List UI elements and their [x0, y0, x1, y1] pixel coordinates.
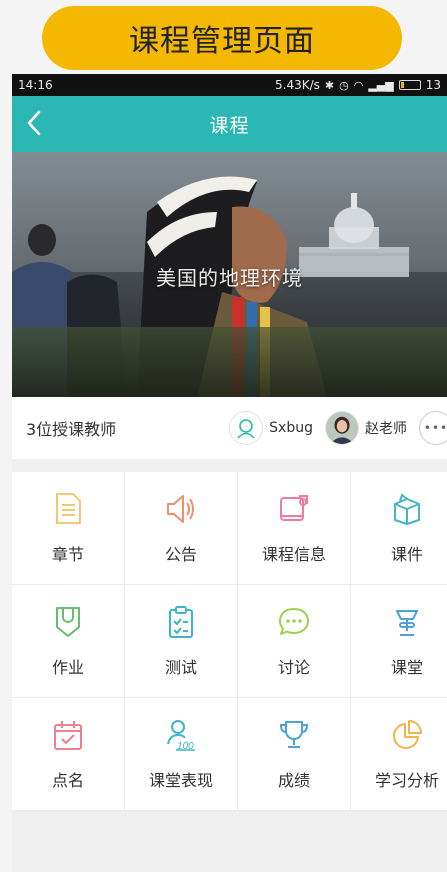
top-banner: 课程管理页面: [0, 0, 447, 78]
battery-level: 13: [425, 78, 441, 92]
more-teachers-button[interactable]: •••: [419, 411, 447, 445]
teachers-bar[interactable]: 3位授课教师 Sxbug 赵老师 •••: [12, 397, 447, 459]
grid-item-performance[interactable]: 100 课堂表现: [125, 698, 238, 811]
grid-item-label: 课堂: [390, 658, 423, 677]
teacher-name: Sxbug: [269, 420, 313, 436]
status-time: 14:16: [18, 78, 53, 92]
grid-item-announcement[interactable]: 公告: [125, 472, 238, 585]
performance-icon: 100: [163, 717, 199, 753]
course-info-icon: [276, 491, 312, 527]
avatar: [325, 411, 359, 445]
grid-item-label: 课件: [390, 545, 423, 564]
nav-bar: 课程: [12, 96, 447, 152]
grid-item-classroom[interactable]: 课堂: [351, 585, 447, 698]
bluetooth-icon: ✱: [324, 78, 335, 92]
courseware-icon: [389, 491, 425, 527]
status-right: 5.43K/s ✱ ◷ ◠ ▂▄▆ 13: [275, 78, 441, 92]
course-title: 美国的地理环境: [156, 266, 303, 290]
default-avatar-icon: [229, 411, 264, 445]
status-bar: 14:16 5.43K/s ✱ ◷ ◠ ▂▄▆ 13: [12, 74, 447, 96]
grid-item-label: 公告: [164, 545, 197, 564]
discussion-icon: [276, 604, 312, 640]
rollcall-icon: [50, 717, 86, 753]
grid-item-label: 作业: [51, 658, 84, 677]
announcement-icon: [163, 491, 199, 527]
grid-item-label: 点名: [51, 771, 84, 790]
grid-item-label: 课堂表现: [148, 771, 213, 790]
grades-icon: [276, 717, 312, 753]
teacher-name: 赵老师: [365, 421, 407, 437]
grid-item-homework[interactable]: 作业: [12, 585, 125, 698]
classroom-icon: [389, 604, 425, 640]
teacher-count: 3位授课教师: [26, 420, 117, 439]
phone-screen: 14:16 5.43K/s ✱ ◷ ◠ ▂▄▆ 13 课程 美国的地理环境 3位…: [12, 74, 447, 872]
feature-grid: 章节 公告 课程信息 课件 作业 测试 讨论 课堂 点名 100 课堂表现 成绩…: [12, 472, 447, 811]
chapter-icon: [50, 491, 86, 527]
battery-icon: [398, 80, 421, 90]
chevron-left-icon: [27, 110, 41, 136]
status-speed: 5.43K/s: [275, 78, 320, 92]
grid-item-label: 学习分析: [374, 771, 439, 790]
teacher-item[interactable]: Sxbug: [229, 411, 313, 445]
test-icon: [163, 604, 199, 640]
grid-item-label: 测试: [164, 658, 197, 677]
page: 课程管理页面 14:16 5.43K/s ✱ ◷ ◠ ▂▄▆ 13 课程 美国的…: [0, 0, 447, 872]
alarm-icon: ◷: [339, 78, 349, 92]
signal-icon: ▂▄▆: [368, 78, 394, 92]
grid-item-course-info[interactable]: 课程信息: [238, 472, 351, 585]
grid-item-courseware[interactable]: 课件: [351, 472, 447, 585]
grid-item-label: 讨论: [277, 658, 310, 677]
grid-item-discussion[interactable]: 讨论: [238, 585, 351, 698]
back-button[interactable]: [26, 108, 56, 138]
grid-item-label: 成绩: [277, 771, 310, 790]
course-cover-image[interactable]: 美国的地理环境: [12, 152, 447, 397]
page-caption: 课程管理页面: [42, 6, 402, 70]
nav-title: 课程: [209, 114, 250, 137]
wifi-icon: ◠: [353, 78, 364, 92]
grid-item-chapter[interactable]: 章节: [12, 472, 125, 585]
grid-item-label: 课程信息: [261, 545, 326, 564]
grid-item-analysis[interactable]: 学习分析: [351, 698, 447, 811]
grid-item-rollcall[interactable]: 点名: [12, 698, 125, 811]
grid-item-label: 章节: [51, 545, 84, 564]
teacher-item[interactable]: 赵老师: [325, 411, 407, 445]
grid-item-test[interactable]: 测试: [125, 585, 238, 698]
homework-icon: [50, 604, 86, 640]
analysis-icon: [389, 717, 425, 753]
grid-item-grades[interactable]: 成绩: [238, 698, 351, 811]
